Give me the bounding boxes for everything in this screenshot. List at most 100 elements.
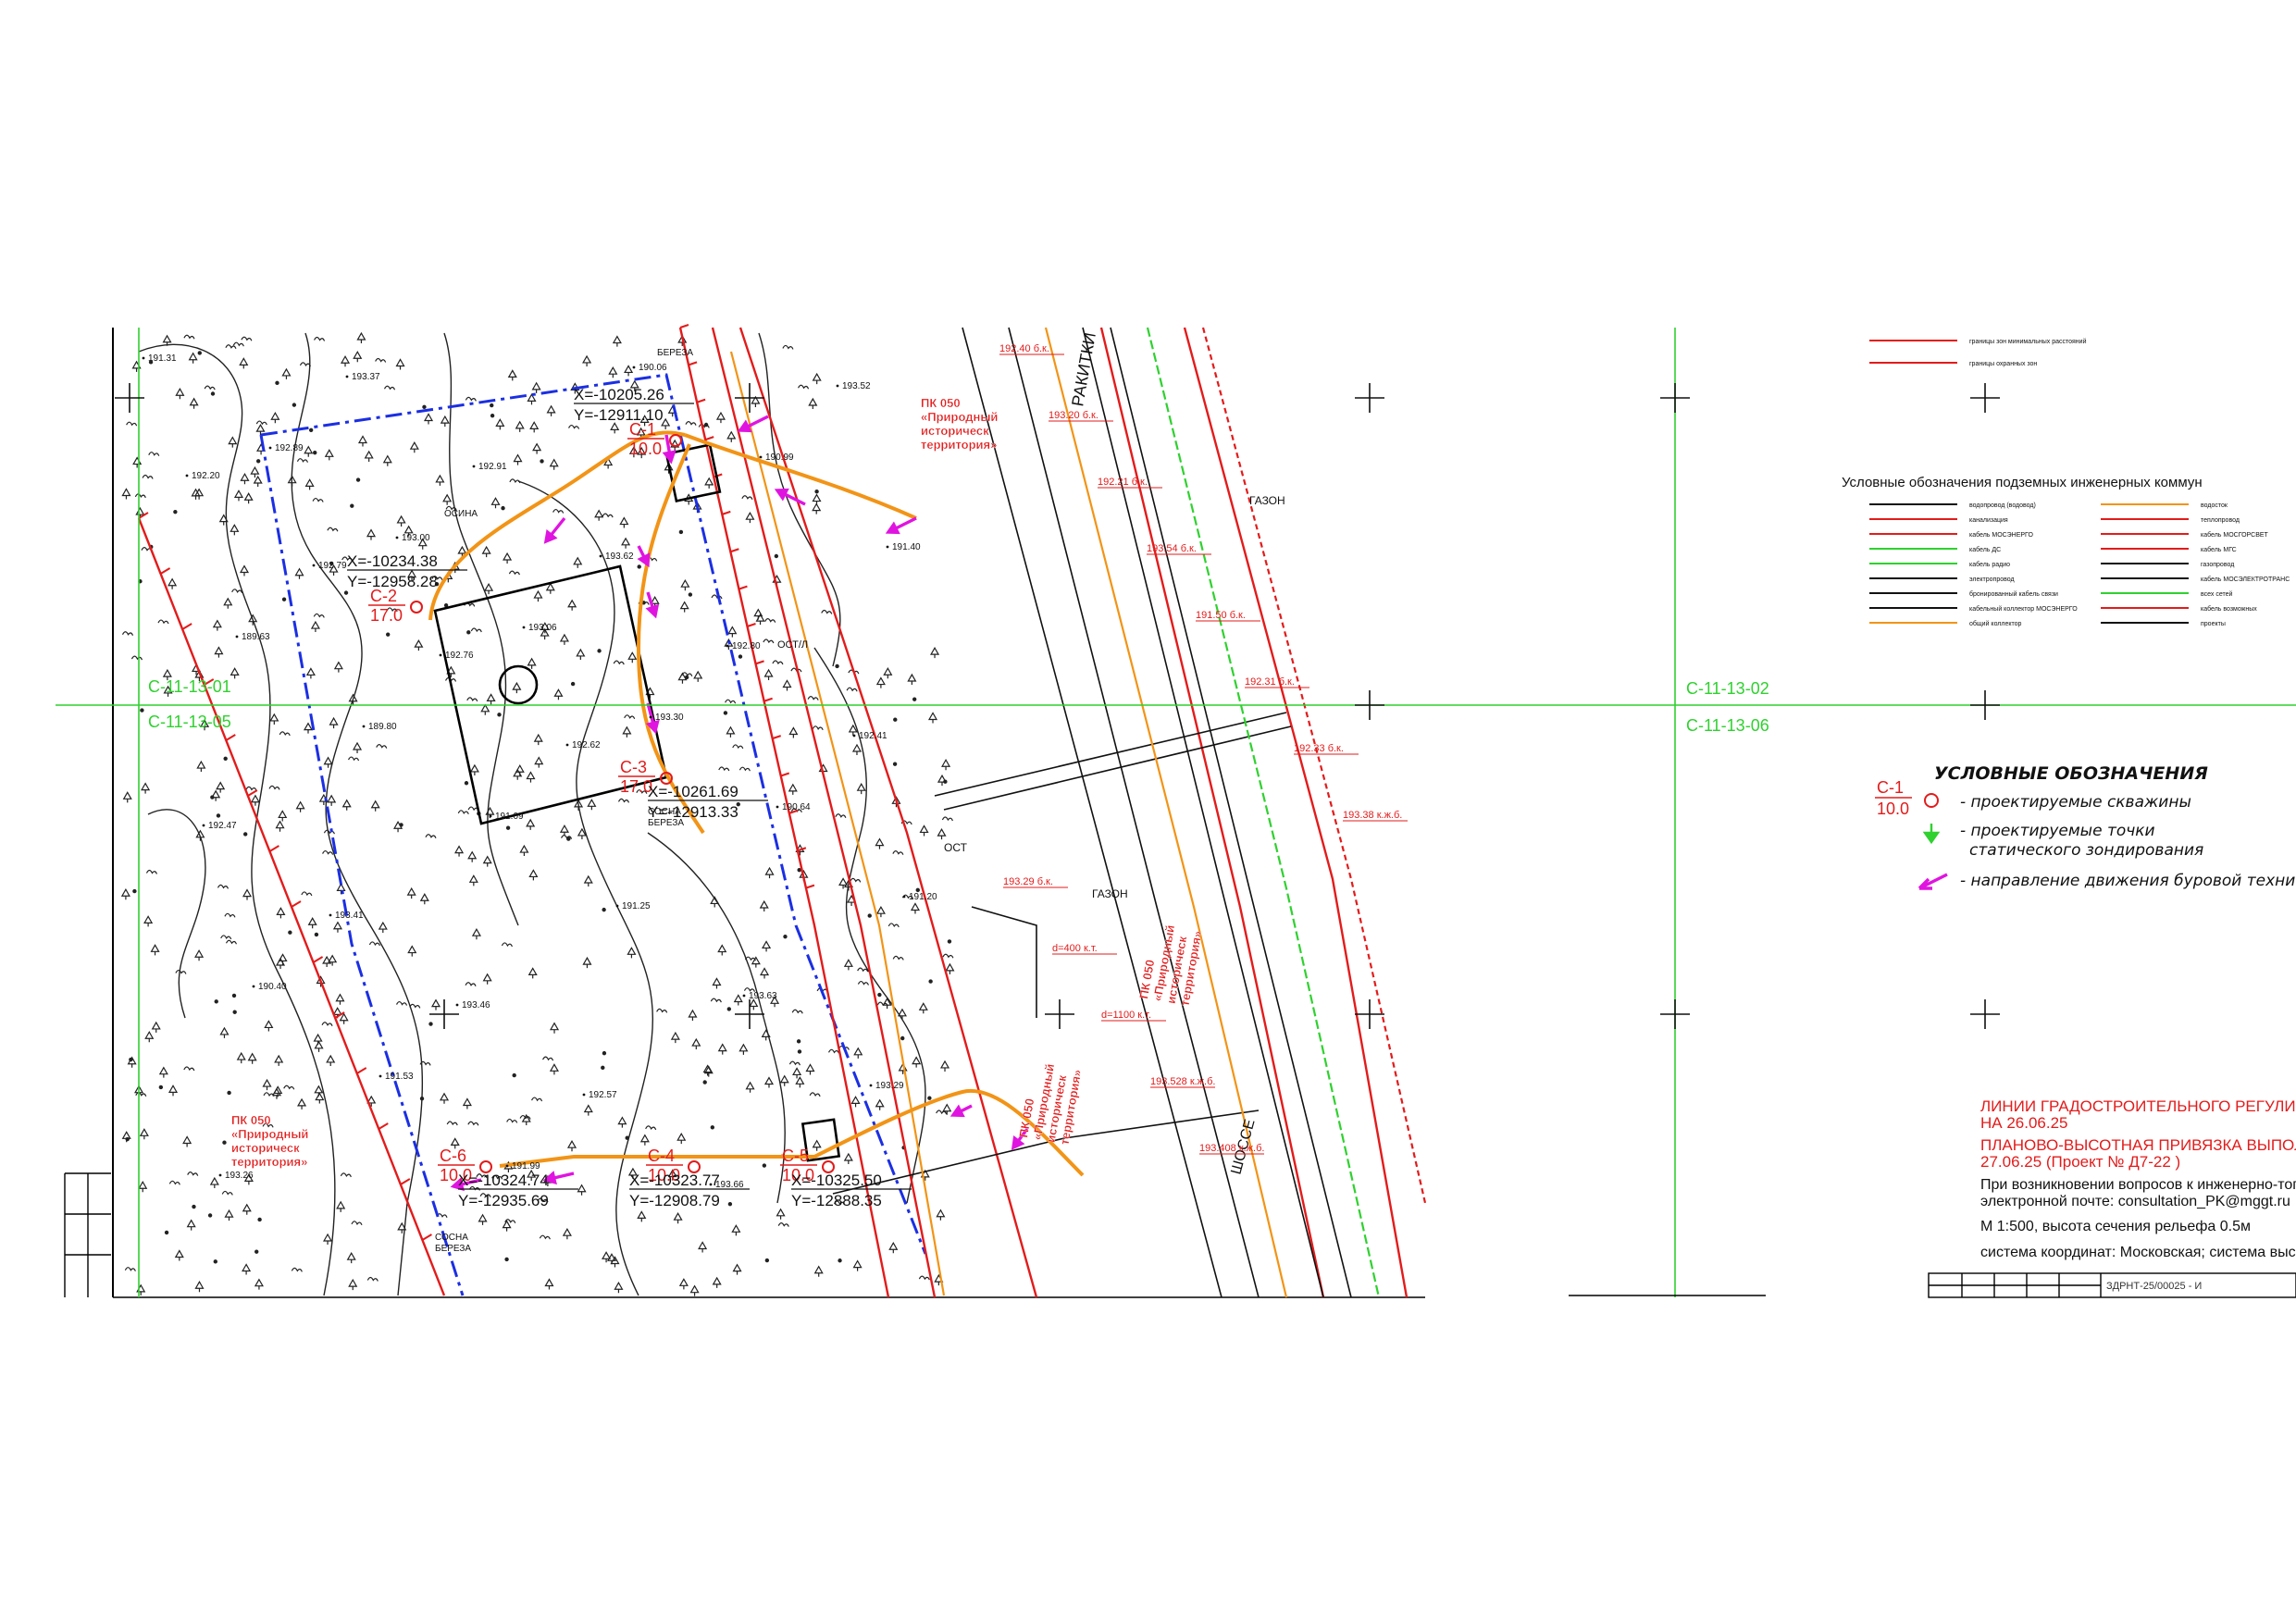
grid-cross bbox=[1660, 383, 1690, 413]
tree-icon bbox=[919, 824, 929, 837]
tree-icon bbox=[732, 1263, 742, 1275]
shrub-icon bbox=[918, 1275, 930, 1281]
tree-icon bbox=[442, 493, 453, 505]
tree-icon bbox=[322, 955, 332, 968]
tree-icon bbox=[303, 722, 314, 734]
grid-cross bbox=[1970, 383, 2000, 413]
tree-icon bbox=[409, 440, 419, 453]
shrub-icon bbox=[134, 493, 146, 499]
dot-icon bbox=[192, 1204, 196, 1209]
tree-icon bbox=[430, 998, 441, 1010]
legend-sample-depth: 10.0 bbox=[1877, 800, 1909, 818]
shrub-icon bbox=[941, 816, 953, 822]
tree-icon bbox=[340, 355, 351, 367]
tree-icon bbox=[627, 947, 637, 959]
elevation-mark: 189.80 bbox=[362, 722, 397, 732]
tree-icon bbox=[753, 608, 763, 620]
shrub-icon bbox=[763, 638, 775, 644]
red-tick bbox=[160, 567, 171, 575]
shrub-icon bbox=[204, 385, 216, 391]
shrub-icon bbox=[225, 939, 238, 945]
tree-icon bbox=[435, 474, 445, 486]
shrub-icon bbox=[323, 829, 335, 835]
legend-sample-id: С-1 bbox=[1877, 778, 1904, 797]
shrub-icon bbox=[741, 495, 753, 501]
tree-icon bbox=[143, 915, 154, 927]
protected-zone-line: историческ bbox=[231, 1141, 300, 1155]
tree-icon bbox=[469, 763, 479, 775]
tree-icon bbox=[467, 850, 478, 862]
tree-icon bbox=[945, 962, 955, 974]
shrub-icon bbox=[539, 1234, 551, 1240]
tree-icon bbox=[875, 1098, 885, 1110]
svg-text:электропровод: электропровод bbox=[1969, 576, 2015, 583]
shrub-icon bbox=[220, 935, 232, 940]
elevation-mark: 192.41 bbox=[852, 731, 887, 741]
tree-icon bbox=[310, 620, 320, 633]
dot-icon bbox=[877, 992, 882, 998]
utility-label: 191.50 б.к. bbox=[1196, 610, 1260, 622]
shrub-icon bbox=[809, 1092, 821, 1097]
tree-icon bbox=[897, 1008, 907, 1020]
svg-text:189.80: 189.80 bbox=[368, 722, 397, 732]
shrub-icon bbox=[782, 344, 794, 350]
tree-icon bbox=[843, 1152, 853, 1165]
red-tick bbox=[772, 735, 782, 740]
utility-labels: 192.40 б.к. 193.20 б.к. 192.21 б.к. 193.54 … bbox=[999, 343, 1408, 1155]
elevation-mark: 192.47 bbox=[202, 821, 237, 831]
protected-zone-stamp: ПК 050«Природныйисторическтерритория» bbox=[1016, 1062, 1085, 1146]
tree-icon bbox=[883, 667, 893, 679]
borehole-coord-y: Y=-12908.79 bbox=[629, 1192, 720, 1209]
grid-cross bbox=[1970, 690, 2000, 720]
tree-icon bbox=[698, 1241, 708, 1253]
shrub-icon bbox=[827, 1048, 840, 1054]
dot-icon bbox=[900, 1035, 905, 1041]
tree-icon bbox=[567, 599, 577, 611]
tree-icon bbox=[219, 1026, 230, 1038]
tree-icon bbox=[805, 1063, 815, 1075]
title-block-left bbox=[64, 1172, 111, 1297]
stamp-code: ЗДРНТ-25/00025 - И bbox=[2106, 1281, 2202, 1292]
tree-icon bbox=[307, 917, 317, 929]
tree-icon bbox=[788, 783, 798, 795]
dot-icon bbox=[355, 477, 361, 482]
shrub-icon bbox=[798, 384, 810, 390]
dot-icon bbox=[797, 867, 801, 873]
tree-icon bbox=[582, 956, 592, 969]
tree-icon bbox=[745, 1081, 755, 1093]
tree-icon bbox=[304, 478, 315, 490]
tree-icon bbox=[304, 445, 314, 457]
tree-icon bbox=[875, 905, 886, 918]
shrub-icon bbox=[314, 336, 326, 341]
tree-icon bbox=[281, 367, 292, 379]
tree-icon bbox=[382, 454, 392, 466]
red-tick bbox=[755, 660, 764, 665]
tree-icon bbox=[120, 888, 130, 900]
svg-text:193.20 б.к.: 193.20 б.к. bbox=[1049, 410, 1098, 421]
protected-zone-line: территория» bbox=[921, 438, 997, 452]
svg-text:192.31 б.к.: 192.31 б.к. bbox=[1245, 676, 1295, 688]
shrub-icon bbox=[221, 1190, 233, 1196]
tree-icon bbox=[751, 956, 761, 968]
tree-icon bbox=[577, 1184, 587, 1196]
tree-icon bbox=[314, 1040, 324, 1052]
tree-icon bbox=[691, 1037, 701, 1050]
tree-icon bbox=[175, 388, 185, 400]
borehole-symbol bbox=[410, 601, 423, 614]
borehole-coord-x: X=-10261.69 bbox=[648, 783, 738, 800]
svg-text:193.29 б.к.: 193.29 б.к. bbox=[1003, 876, 1053, 887]
shrub-icon bbox=[224, 912, 236, 918]
tree-icon bbox=[305, 667, 316, 679]
dot-icon bbox=[625, 1135, 629, 1140]
dot-icon bbox=[210, 391, 216, 396]
dot-icon bbox=[173, 509, 178, 514]
red-tick bbox=[696, 398, 706, 403]
tree-icon bbox=[759, 899, 769, 912]
tree-icon bbox=[583, 1104, 593, 1116]
shrub-icon bbox=[312, 497, 324, 502]
tree-icon bbox=[875, 837, 885, 849]
tree-icon bbox=[194, 1281, 205, 1293]
red-tick bbox=[704, 436, 714, 441]
utility-label: d=400 к.т. bbox=[1052, 943, 1117, 955]
tree-icon bbox=[395, 358, 405, 370]
